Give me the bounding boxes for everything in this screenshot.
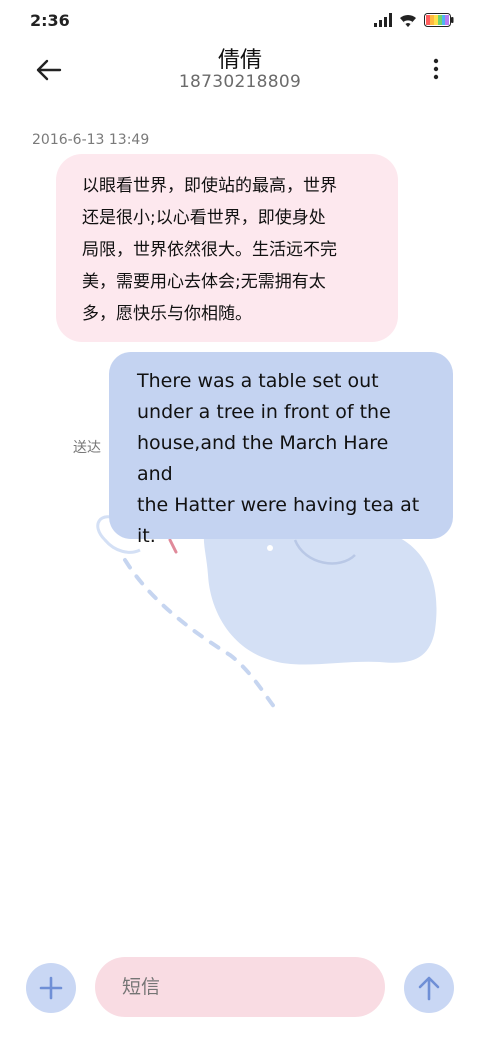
battery-icon bbox=[424, 13, 454, 27]
message-line: There was a table set out bbox=[137, 370, 379, 392]
status-icons bbox=[374, 12, 454, 28]
message-line: house,and the March Hare and bbox=[137, 432, 389, 485]
more-vertical-icon[interactable] bbox=[428, 58, 444, 80]
plus-icon bbox=[39, 976, 63, 1000]
compose-bar bbox=[0, 950, 480, 1026]
conversation-header: 倩倩 18730218809 bbox=[0, 42, 480, 100]
message-line: 美，需要用心去体会;无需拥有太 bbox=[82, 272, 326, 292]
send-button[interactable] bbox=[404, 963, 454, 1013]
message-line: 局限，世界依然很大。生活远不完 bbox=[82, 240, 337, 260]
delivery-status: 送达 bbox=[73, 440, 101, 456]
message-line: the Hatter were having tea at bbox=[137, 494, 420, 516]
message-line: 以眼看世界，即使站的最高，世界 bbox=[82, 176, 337, 196]
message-line: 多，愿快乐与你相随。 bbox=[82, 304, 252, 324]
status-bar: 2:36 bbox=[0, 0, 480, 42]
contact-name: 倩倩 bbox=[217, 48, 262, 73]
incoming-message-bubble[interactable]: 以眼看世界，即使站的最高，世界 还是很小;以心看世界，即使身处 局限，世界依然很… bbox=[56, 154, 398, 342]
message-timestamp: 2016-6-13 13:49 bbox=[32, 132, 150, 148]
wifi-icon bbox=[400, 14, 416, 27]
sms-input[interactable] bbox=[95, 957, 385, 1017]
status-time: 2:36 bbox=[30, 11, 70, 30]
send-arrow-up-icon bbox=[418, 976, 440, 1001]
outgoing-message-bubble[interactable]: There was a table set out under a tree i… bbox=[109, 352, 453, 547]
message-line: 还是很小;以心看世界，即使身处 bbox=[82, 208, 326, 228]
signal-icon bbox=[374, 13, 392, 27]
add-attachment-button[interactable] bbox=[26, 963, 76, 1013]
message-line: it. bbox=[137, 525, 156, 547]
contact-number: 18730218809 bbox=[178, 72, 302, 92]
message-line: under a tree in front of the bbox=[137, 401, 391, 423]
